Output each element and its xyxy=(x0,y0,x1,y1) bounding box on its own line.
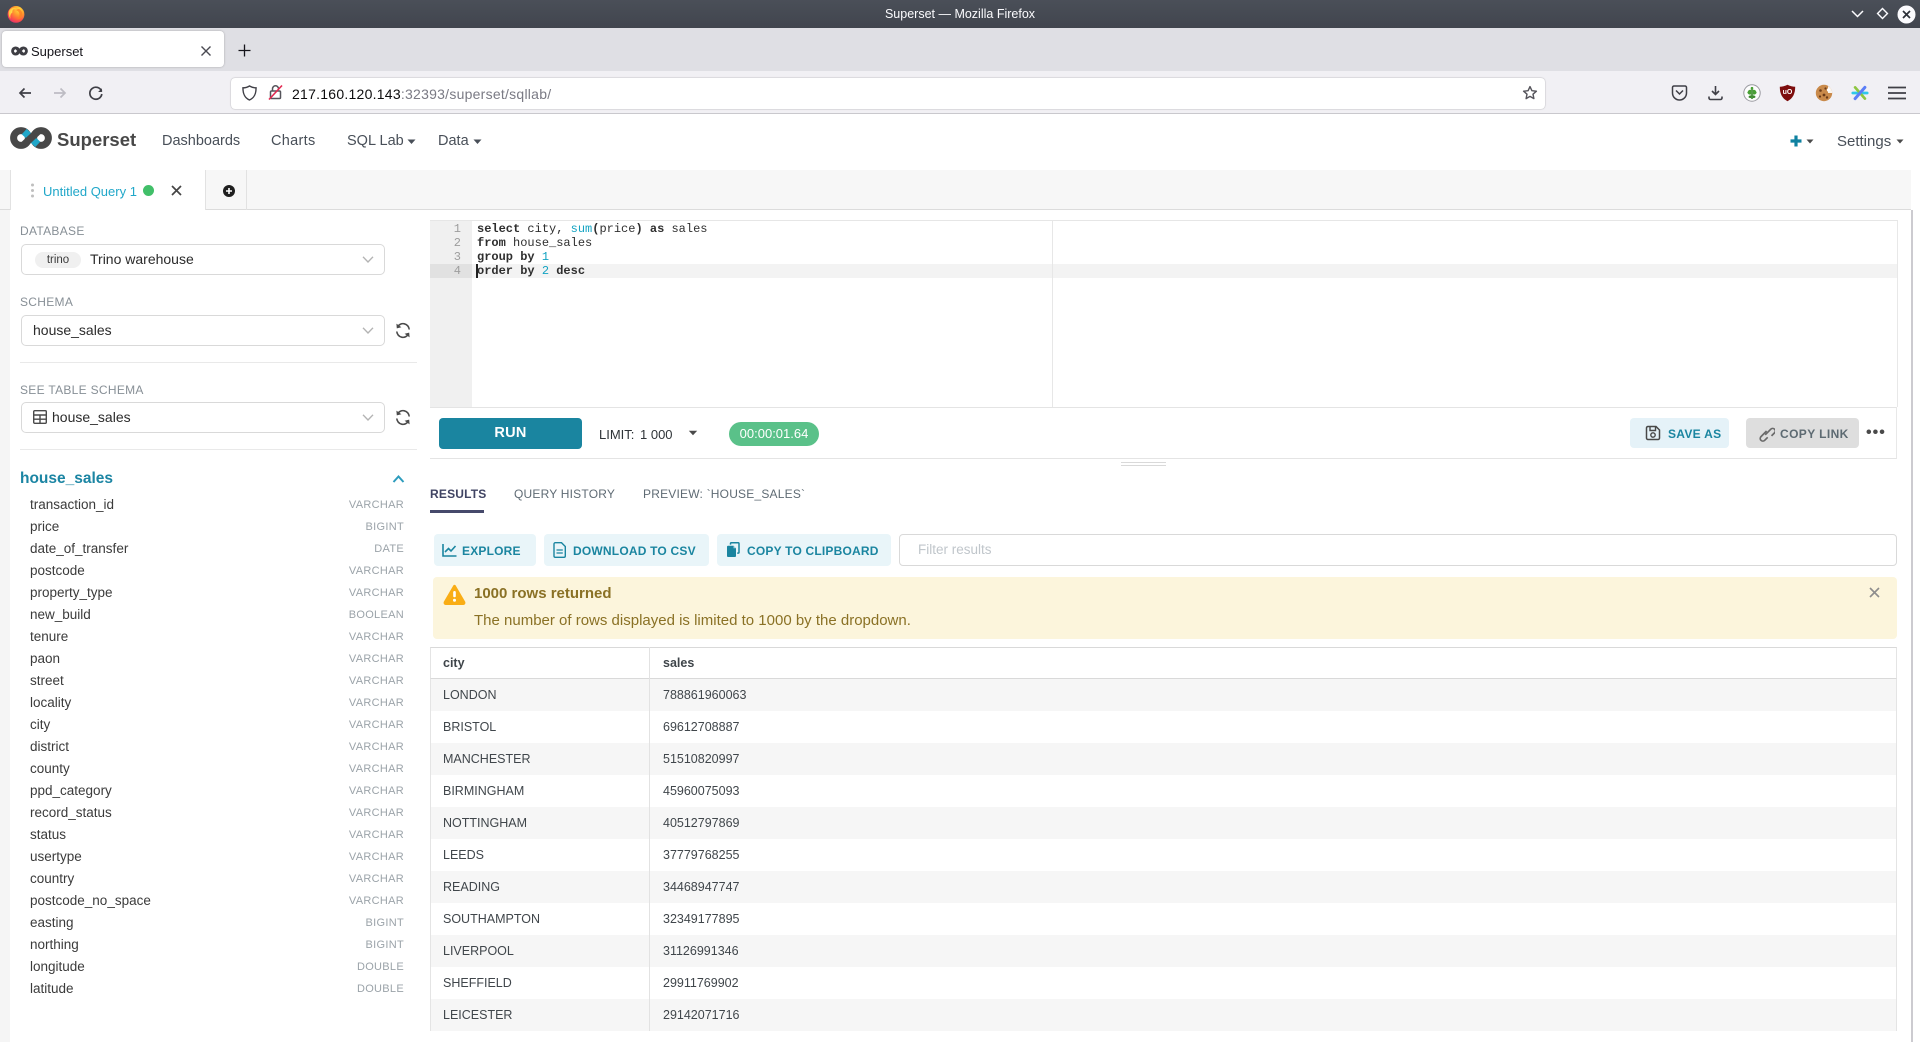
svg-text:uO: uO xyxy=(1783,89,1793,96)
